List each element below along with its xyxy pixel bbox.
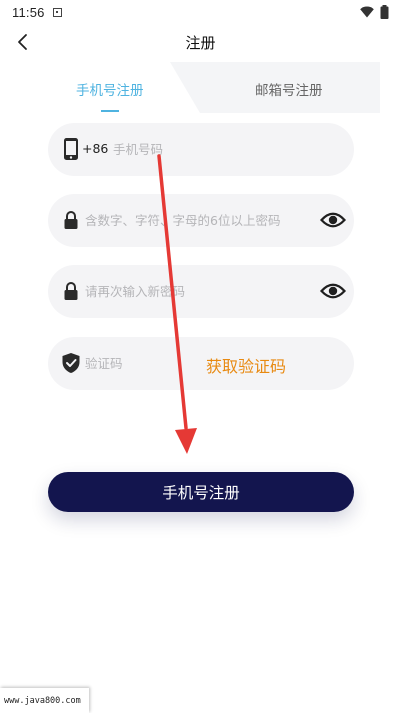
lock-icon bbox=[60, 279, 82, 303]
phone-field: +86 bbox=[48, 123, 354, 176]
tab-phone-register-label: 手机号注册 bbox=[76, 83, 144, 99]
verification-code-input[interactable] bbox=[85, 337, 205, 390]
qr-notification-icon bbox=[52, 7, 62, 17]
password-input[interactable] bbox=[85, 194, 315, 247]
toggle-password-visibility-button[interactable] bbox=[320, 208, 346, 232]
phone-icon bbox=[60, 137, 82, 161]
verification-code-field: 获取验证码 bbox=[48, 337, 354, 390]
toggle-confirm-password-visibility-button[interactable] bbox=[320, 279, 346, 303]
tab-phone-register[interactable]: 手机号注册 bbox=[22, 62, 200, 113]
status-bar: 11:56 bbox=[0, 0, 401, 24]
password-field bbox=[48, 194, 354, 247]
phone-register-submit-button[interactable]: 手机号注册 bbox=[48, 472, 354, 512]
get-verification-code-button[interactable]: 获取验证码 bbox=[206, 353, 286, 377]
tab-active-indicator bbox=[101, 110, 119, 112]
battery-icon bbox=[380, 5, 389, 19]
eye-icon bbox=[320, 212, 346, 228]
watermark: www.java800.com bbox=[0, 688, 89, 713]
chevron-left-icon bbox=[18, 34, 27, 50]
tab-email-register-label: 邮箱号注册 bbox=[255, 83, 323, 99]
country-code[interactable]: +86 bbox=[82, 141, 108, 156]
lock-icon bbox=[60, 208, 82, 232]
status-right bbox=[360, 5, 389, 19]
tab-email-register[interactable]: 邮箱号注册 bbox=[222, 62, 380, 113]
status-time: 11:56 bbox=[12, 4, 45, 20]
back-button[interactable] bbox=[10, 30, 34, 54]
phone-input[interactable] bbox=[113, 123, 313, 176]
eye-icon bbox=[320, 283, 346, 299]
shield-check-icon bbox=[60, 351, 82, 375]
confirm-password-field bbox=[48, 265, 354, 318]
confirm-password-input[interactable] bbox=[85, 265, 315, 318]
register-tabs: 手机号注册 邮箱号注册 bbox=[22, 62, 380, 113]
wifi-icon bbox=[360, 6, 374, 18]
page-title: 注册 bbox=[185, 33, 216, 52]
header: 注册 bbox=[0, 24, 401, 60]
